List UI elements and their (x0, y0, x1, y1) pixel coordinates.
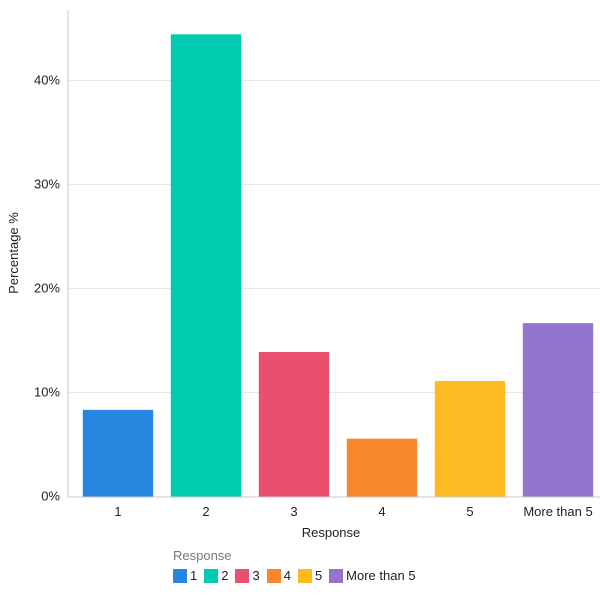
legend-item[interactable]: 3 (235, 568, 260, 583)
bar-2[interactable] (170, 34, 242, 497)
x-tick-label: 5 (466, 504, 473, 519)
legend-label: 5 (314, 568, 323, 583)
x-axis-title: Response (302, 525, 361, 540)
y-tick-label: 30% (34, 177, 60, 192)
bar-4[interactable] (346, 438, 418, 497)
bar-more-than-5[interactable] (522, 323, 594, 497)
bar-chart: 0% 10% 20% 30% 40% 1 2 3 4 5 More than 5 Response… (6, 10, 600, 540)
y-axis-ticks: 0% 10% 20% 30% 40% (34, 73, 60, 504)
y-tick-label: 20% (34, 281, 60, 296)
y-tick-label: 0% (41, 489, 60, 504)
legend-swatch (173, 568, 187, 583)
legend-swatch (329, 568, 344, 583)
legend-label: 1 (190, 568, 198, 583)
legend-swatch (266, 568, 281, 583)
x-tick-label: 1 (114, 504, 121, 519)
bar-3[interactable] (258, 352, 330, 497)
x-tick-label: 3 (290, 504, 297, 519)
legend-label: 4 (283, 568, 291, 583)
bar-5[interactable] (434, 380, 506, 497)
legend-label: 2 (221, 568, 229, 583)
bar-1[interactable] (82, 409, 154, 497)
legend-item[interactable]: More than 5 (329, 568, 416, 583)
legend-swatch (297, 568, 312, 583)
gridlines (68, 80, 600, 393)
legend-item[interactable]: 2 (204, 568, 228, 583)
bars (82, 34, 594, 497)
legend-swatch (204, 568, 219, 583)
x-tick-label: 2 (202, 504, 209, 519)
x-tick-label: 4 (378, 504, 385, 519)
legend-title: Response (173, 548, 232, 563)
legend-label: 3 (252, 568, 260, 583)
x-axis-ticks: 1 2 3 4 5 More than 5 (114, 504, 592, 519)
legend: Response 1 2 3 4 5 More than 5 (173, 548, 423, 583)
legend-item[interactable]: 5 (297, 568, 323, 583)
x-tick-label: More than 5 (523, 504, 592, 519)
legend-items: 1 2 3 4 5 More than 5 (173, 568, 423, 583)
legend-swatch (235, 568, 250, 583)
y-axis-title: Percentage % (6, 212, 21, 294)
y-tick-label: 40% (34, 73, 60, 88)
legend-label: More than 5 (346, 568, 416, 583)
legend-item[interactable]: 1 (173, 568, 197, 583)
y-tick-label: 10% (34, 385, 60, 400)
legend-item[interactable]: 4 (266, 568, 291, 583)
